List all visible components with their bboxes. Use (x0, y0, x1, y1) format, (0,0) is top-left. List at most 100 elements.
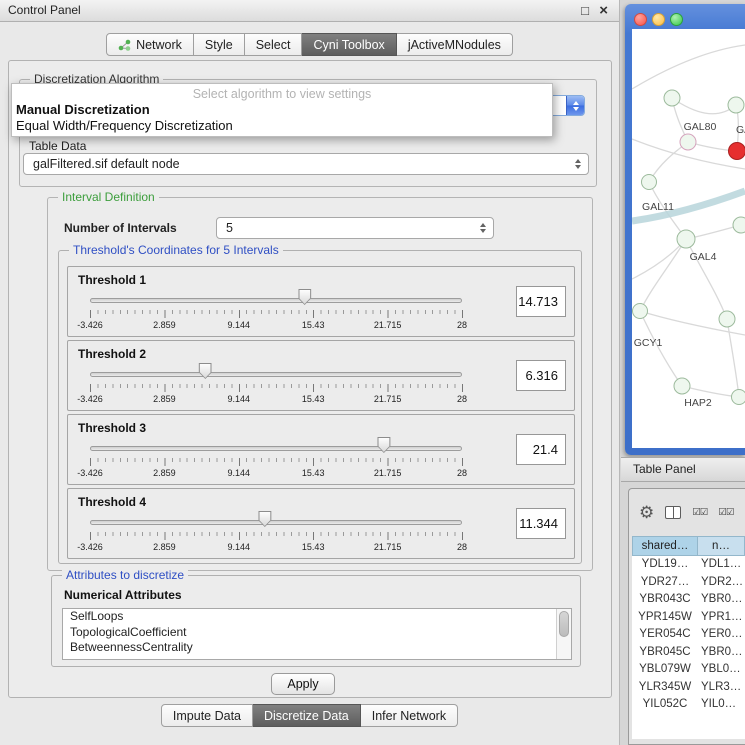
table-row[interactable]: YBR043CYBR0… (632, 591, 745, 609)
slider-track[interactable] (90, 372, 462, 377)
threshold-3-value-field[interactable]: 21.4 (516, 434, 566, 465)
network-node[interactable] (674, 378, 690, 394)
numerical-attributes-list[interactable]: SelfLoops TopologicalCoefficient Between… (62, 608, 572, 660)
network-node[interactable] (664, 90, 680, 106)
slider-thumb[interactable] (258, 511, 271, 527)
cell-name[interactable]: YDR2… (698, 574, 745, 592)
table-panel-titlebar[interactable]: Table Panel (621, 457, 745, 482)
minimize-button[interactable] (652, 13, 665, 26)
select-columns-icon[interactable]: ☑☑ (692, 507, 707, 518)
combobox-arrows-button[interactable] (566, 96, 584, 115)
cell-name[interactable]: YLR3… (698, 679, 745, 697)
tab-network[interactable]: Network (106, 33, 194, 56)
cell-shared-name[interactable]: YDL19… (632, 556, 698, 574)
gear-icon[interactable]: ⚙ (639, 504, 654, 521)
network-node[interactable] (633, 304, 648, 319)
cell-name[interactable]: YBL0… (698, 661, 745, 679)
scale-label: 21.715 (374, 320, 402, 330)
network-node[interactable] (719, 311, 735, 327)
tab-select[interactable]: Select (245, 33, 303, 56)
cell-name[interactable]: YBR0… (698, 591, 745, 609)
node-label: HAP2 (684, 397, 712, 409)
select-rows-icon[interactable]: ☑☑ (718, 507, 733, 518)
cell-name[interactable]: YBR0… (698, 644, 745, 662)
threshold-2-slider[interactable]: -3.426 2.859 9.144 15.43 21.715 28 (90, 363, 462, 409)
cell-name[interactable]: YER0… (698, 626, 745, 644)
table-row[interactable]: YDL19…YDL1… (632, 556, 745, 574)
cell-shared-name[interactable]: YDR27… (632, 574, 698, 592)
arrow-down-icon (575, 165, 581, 169)
number-of-intervals-combobox[interactable]: 5 (216, 217, 494, 239)
tab-infer-network-label: Infer Network (372, 709, 446, 723)
table-row[interactable]: YIL052CYIL0… (632, 696, 745, 714)
threshold-4-slider[interactable]: -3.426 2.859 9.144 15.43 21.715 28 (90, 511, 462, 557)
list-item[interactable]: BetweennessCentrality (63, 640, 571, 656)
cell-shared-name[interactable]: YBR043C (632, 591, 698, 609)
table-row[interactable]: YER054CYER0… (632, 626, 745, 644)
cell-shared-name[interactable]: YER054C (632, 626, 698, 644)
scale-label: 9.144 (228, 542, 251, 552)
cell-name[interactable]: YDL1… (698, 556, 745, 574)
cell-name[interactable]: YIL0… (698, 696, 745, 714)
network-node[interactable] (732, 390, 745, 405)
network-node[interactable] (677, 230, 695, 248)
threshold-3-slider[interactable]: -3.426 2.859 9.144 15.43 21.715 28 (90, 437, 462, 483)
control-panel-titlebar[interactable]: Control Panel □ × (0, 0, 619, 22)
tab-impute-data[interactable]: Impute Data (161, 704, 253, 727)
threshold-label: Threshold 1 (78, 273, 146, 287)
scale-label: 15.43 (302, 468, 325, 478)
network-graph[interactable]: GAL80 GA GAL11 GAL4 GCY1 HAP2 (632, 29, 745, 448)
threshold-4-value-field[interactable]: 11.344 (516, 508, 566, 539)
float-window-icon[interactable]: □ (581, 0, 589, 21)
network-canvas[interactable]: GAL80 GA GAL11 GAL4 GCY1 HAP2 (632, 29, 745, 448)
slider-track[interactable] (90, 446, 462, 451)
cell-shared-name[interactable]: YIL052C (632, 696, 698, 714)
cell-name[interactable]: YPR1… (698, 609, 745, 627)
slider-track[interactable] (90, 298, 462, 303)
list-item[interactable]: TopologicalCoefficient (63, 625, 571, 641)
tab-infer-network[interactable]: Infer Network (361, 704, 458, 727)
tab-cyni-toolbox-label: Cyni Toolbox (313, 38, 384, 52)
cell-shared-name[interactable]: YLR345W (632, 679, 698, 697)
tab-jactivemnodules[interactable]: jActiveMNodules (397, 33, 513, 56)
apply-button[interactable]: Apply (271, 673, 335, 695)
network-node[interactable] (728, 97, 744, 113)
dropdown-option-manual-discretization[interactable]: Manual Discretization (12, 102, 552, 118)
scrollbar-thumb[interactable] (559, 611, 569, 637)
table-row[interactable]: YLR345WYLR3… (632, 679, 745, 697)
tab-style[interactable]: Style (194, 33, 245, 56)
table-row[interactable]: YPR145WYPR1… (632, 609, 745, 627)
slider-thumb[interactable] (199, 363, 212, 379)
threshold-1-slider[interactable]: -3.426 2.859 9.144 15.43 21.715 28 (90, 289, 462, 335)
cell-shared-name[interactable]: YBL079W (632, 661, 698, 679)
dropdown-option-equal-width-frequency[interactable]: Equal Width/Frequency Discretization (12, 118, 552, 134)
cell-shared-name[interactable]: YPR145W (632, 609, 698, 627)
tab-network-label: Network (136, 38, 182, 52)
slider-thumb[interactable] (377, 437, 390, 453)
threshold-2-value-field[interactable]: 6.316 (516, 360, 566, 391)
close-button[interactable] (634, 13, 647, 26)
scrollbar[interactable] (556, 609, 571, 659)
selected-node[interactable] (729, 143, 745, 160)
slider-thumb[interactable] (298, 289, 311, 305)
column-header-shared-name[interactable]: shared… (632, 536, 698, 556)
table-row[interactable]: YBR045CYBR0… (632, 644, 745, 662)
interval-definition-group: Interval Definition Number of Intervals … (47, 197, 593, 571)
list-item[interactable]: SelfLoops (63, 609, 571, 625)
table-data-combobox[interactable]: galFiltered.sif default node (23, 153, 589, 175)
table-row[interactable]: YDR27…YDR2… (632, 574, 745, 592)
slider-track[interactable] (90, 520, 462, 525)
zoom-button[interactable] (670, 13, 683, 26)
tab-cyni-toolbox[interactable]: Cyni Toolbox (302, 33, 396, 56)
network-node[interactable] (680, 134, 696, 150)
tab-discretize-data[interactable]: Discretize Data (253, 704, 361, 727)
cell-shared-name[interactable]: YBR045C (632, 644, 698, 662)
network-node[interactable] (733, 217, 745, 233)
table-row[interactable]: YBL079WYBL0… (632, 661, 745, 679)
network-node-labels: GAL80 GA GAL11 GAL4 GCY1 HAP2 (634, 121, 745, 409)
close-window-icon[interactable]: × (599, 0, 608, 21)
threshold-1-value-field[interactable]: 14.713 (516, 286, 566, 317)
columns-icon[interactable] (665, 506, 681, 519)
network-node[interactable] (642, 175, 657, 190)
column-header-name[interactable]: n… (698, 536, 745, 556)
